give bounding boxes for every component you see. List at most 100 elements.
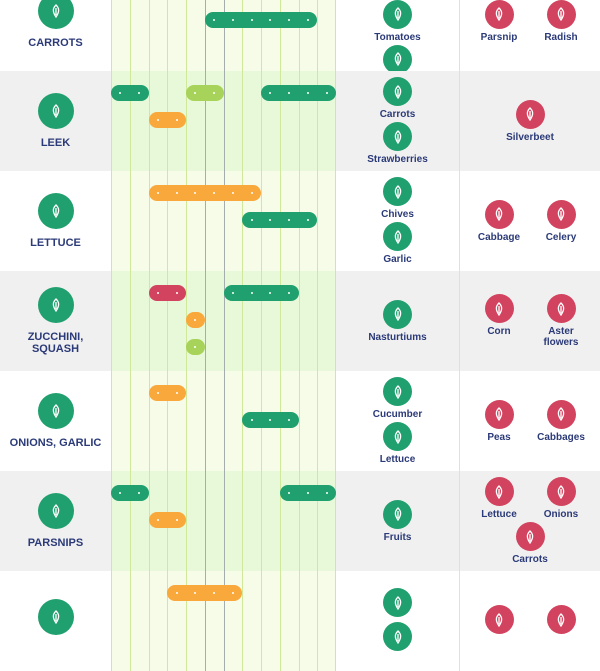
- avoid-cell: Peas Cabbages: [460, 371, 600, 471]
- month-gridline: [204, 0, 206, 71]
- month-gridline: [261, 471, 262, 571]
- zucchini-icon: [37, 287, 74, 323]
- plant-cell: LEEK: [0, 71, 111, 171]
- month-dot: [194, 319, 197, 321]
- plant-label: Aster flowers: [543, 326, 579, 348]
- month-dot: [213, 592, 216, 594]
- month-gridline: [223, 371, 225, 471]
- companion-plant: Nasturtiums: [367, 299, 429, 343]
- month-gridline: [148, 171, 150, 271]
- month-dot: [250, 219, 253, 221]
- plant-label: Parsnip: [480, 31, 518, 43]
- avoid-cell: Parsnip Radish: [460, 0, 600, 71]
- avoid-plant: Cabbage: [468, 199, 530, 243]
- plant-name: PARSNIPS: [27, 537, 84, 549]
- plant-cell: CARROTS: [0, 0, 111, 71]
- plant-label: Cabbages: [537, 431, 585, 443]
- strawberry-icon: [383, 122, 412, 151]
- companion-plant: Garlic: [367, 222, 429, 265]
- calendar-bar-orange: [148, 385, 186, 401]
- month-gridline: [223, 0, 225, 71]
- month-dot: [156, 192, 159, 194]
- chives-icon: [383, 177, 412, 206]
- calendar-bar-orange: [186, 312, 205, 328]
- month-gridline: [317, 0, 319, 71]
- plant-cell: ZUCCHINI, SQUASH: [0, 271, 111, 371]
- silverbeet-icon: [515, 99, 545, 129]
- lettuce-icon: [37, 193, 74, 229]
- onion-icon: [383, 44, 412, 74]
- calendar-bar-dark_green: [242, 412, 299, 428]
- companion-plant: Tomatoes: [367, 0, 429, 43]
- month-dot: [269, 19, 272, 21]
- month-dot: [156, 119, 159, 121]
- plant-cell: LETTUCE: [0, 171, 111, 271]
- onion-icon: [546, 477, 576, 506]
- beetroot-icon: [383, 588, 412, 617]
- month-gridline: [204, 271, 206, 371]
- avoid-cell: Corn Aster flowers: [460, 271, 600, 371]
- month-gridline: [148, 0, 150, 71]
- planting-calendar: [111, 171, 336, 271]
- plant-name: ZUCCHINI, SQUASH: [27, 331, 84, 355]
- month-dot: [306, 92, 309, 94]
- month-dot: [250, 419, 253, 421]
- calendar-bar-dark_green: [204, 12, 318, 28]
- month-dot: [288, 419, 291, 421]
- month-gridline: [167, 0, 169, 71]
- month-gridline: [317, 271, 319, 371]
- month-dot: [269, 419, 272, 421]
- avoid-plant: Peas: [468, 399, 530, 443]
- avoid-plant: Carrots: [499, 522, 561, 565]
- avoid-plant: Onions: [530, 477, 592, 520]
- month-gridline: [129, 271, 131, 371]
- month-gridline: [242, 71, 244, 171]
- month-dot: [288, 219, 291, 221]
- month-dot: [175, 519, 178, 521]
- tomato-icon: [383, 0, 412, 29]
- plant-cell: PARSNIPS: [0, 471, 111, 571]
- month-gridline: [279, 0, 281, 71]
- month-dot: [175, 119, 178, 121]
- month-gridline: [186, 471, 187, 571]
- peas-icon: [484, 399, 514, 429]
- month-dot: [250, 19, 253, 21]
- plant-label: Carrots: [512, 554, 548, 565]
- avoid-plant: Aster flowers: [530, 294, 592, 348]
- avoid-cell: Lettuce Onions Carrots: [460, 471, 600, 571]
- month-gridline: [148, 571, 150, 671]
- month-dot: [138, 92, 141, 94]
- planting-calendar: [111, 371, 336, 471]
- carrot-icon: [383, 77, 412, 106]
- calendar-bar-dark_green: [261, 85, 336, 101]
- avoid-plant: Lettuce: [468, 477, 530, 520]
- companion-plant: Fruits: [367, 499, 429, 543]
- month-dot: [288, 92, 291, 94]
- calendar-bar-orange: [148, 112, 186, 128]
- month-gridline: [148, 271, 150, 371]
- month-gridline: [186, 371, 187, 471]
- month-dot: [194, 92, 197, 94]
- month-gridline: [261, 0, 262, 71]
- calendar-bar-orange: [148, 512, 186, 528]
- companions-cell: Cucumber Lettuce: [336, 371, 460, 471]
- month-dot: [119, 92, 122, 94]
- calendar-bar-red: [148, 285, 186, 301]
- plant-label: Lettuce: [481, 509, 517, 520]
- plant-row: LEEK Carrots Strawberries Silverbeet: [0, 71, 600, 171]
- lettuce-icon: [484, 477, 514, 506]
- plant-label: Lettuce: [379, 454, 416, 465]
- avoid-plant: Cabbages: [530, 399, 592, 443]
- month-dot: [175, 292, 178, 294]
- month-dot: [194, 592, 197, 594]
- companion-plant: [367, 622, 429, 654]
- cabbage-icon: [484, 199, 514, 229]
- month-gridline: [186, 0, 187, 71]
- plant-label: Tomatoes: [374, 31, 421, 43]
- month-gridline: [129, 371, 131, 471]
- garlic-icon: [37, 393, 74, 429]
- month-gridline: [111, 171, 112, 271]
- month-dot: [175, 392, 178, 394]
- month-gridline: [279, 471, 281, 571]
- corn-icon: [484, 294, 514, 323]
